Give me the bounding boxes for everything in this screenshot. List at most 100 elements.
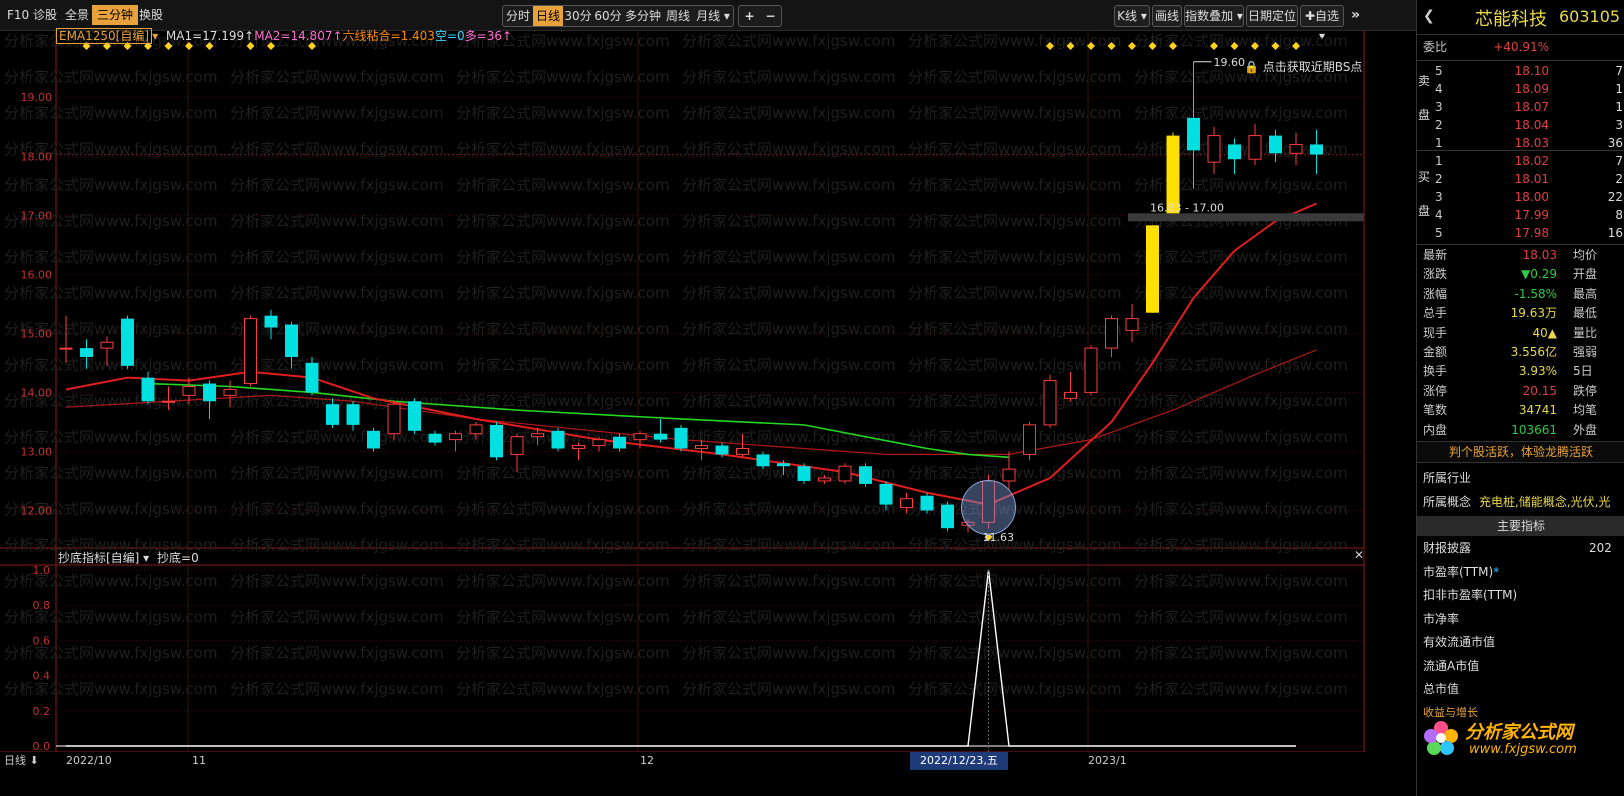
tab-weekly[interactable]: 周线 [663, 6, 693, 26]
flower-logo-icon [1424, 721, 1458, 755]
kline-dropdown[interactable]: K线 ▾ [1114, 5, 1150, 27]
quote-label-right: 最高 [1573, 286, 1598, 301]
bid-row[interactable]: 5 17.98 16 [1417, 224, 1624, 242]
watermark-text: 分析家公式网www.fxjgsw.com [456, 572, 670, 590]
ema-indicator-name[interactable]: EMA1250[自编] [56, 28, 153, 44]
concept-value[interactable]: 充电桩,储能概念,光伏,光 [1479, 490, 1624, 514]
bid-row[interactable]: 1 18.02 7 [1417, 152, 1624, 170]
three-minute-button[interactable]: 三分钟 [92, 5, 139, 25]
collapse-panel-icon[interactable]: » [1346, 5, 1365, 25]
watermark-text: 分析家公式网www.fxjgsw.com [1134, 248, 1348, 266]
candle-body [1228, 144, 1241, 160]
zoom-group: + − [738, 5, 782, 27]
ask-row[interactable]: 2 18.04 3 [1417, 116, 1624, 134]
candle-body [654, 433, 667, 440]
candle-body [346, 404, 360, 425]
watermark-text: 分析家公式网www.fxjgsw.com [456, 680, 670, 698]
switch-stock-button[interactable]: 换股 [134, 5, 168, 25]
bid-row[interactable]: 4 17.99 8 [1417, 206, 1624, 224]
concept-label: 所属概念 [1423, 495, 1472, 509]
watermark-text: 分析家公式网www.fxjgsw.com [908, 644, 1122, 662]
watermark-text: 分析家公式网www.fxjgsw.com [456, 68, 670, 86]
candle-body [59, 347, 73, 350]
candle-body [531, 433, 544, 438]
promo-banner[interactable]: 判个股活跃，体验龙腾活跃 [1417, 441, 1624, 463]
bid-price: 18.01 [1514, 172, 1549, 186]
ask-volume: 1 [1615, 100, 1623, 114]
financial-row[interactable]: 市盈率(TTM)* [1417, 560, 1624, 584]
ask-price: 18.10 [1514, 64, 1549, 78]
watermark-text: 分析家公式网www.fxjgsw.com [908, 572, 1122, 590]
ask-level: 4 [1435, 82, 1443, 96]
candle-body [1002, 468, 1016, 482]
financial-row[interactable]: 总市值 [1417, 677, 1624, 701]
overview-button[interactable]: 全景 [60, 5, 94, 25]
price-axis: 19.00 18.00 17.00 16.00 15.00 14.00 13.00 12.00 [21, 91, 53, 517]
candle-body [1084, 347, 1098, 393]
date-locate-button[interactable]: 日期定位 [1246, 5, 1298, 27]
tab-daily[interactable]: 日线 [533, 6, 563, 26]
bid-level: 2 [1435, 172, 1443, 186]
axis-mode-dropdown[interactable]: 日线 ⬇ [4, 752, 39, 770]
sell-side-label: 卖盘 [1417, 74, 1430, 122]
prev-stock-icon[interactable]: ❮ [1423, 8, 1435, 24]
watermark-text: 分析家公式网www.fxjgsw.com [230, 644, 444, 662]
financial-row[interactable]: 流通A市值 [1417, 654, 1624, 678]
quote-row: 现手 40▲ 量比 [1417, 324, 1624, 343]
watermark-text: 分析家公式网www.fxjgsw.com [456, 356, 670, 374]
logo-url: www.fxjgsw.com [1469, 742, 1577, 757]
ask-row[interactable]: 5 18.10 7 [1417, 62, 1624, 80]
bid-level: 4 [1435, 208, 1443, 222]
financial-row[interactable]: 扣非市盈率(TTM) [1417, 583, 1624, 607]
bottom-indicator-name[interactable]: 抄底指标[自编] ▾ [58, 551, 149, 565]
watermark-text: 分析家公式网www.fxjgsw.com [4, 428, 218, 446]
ma2-value: MA2=14.807↑ [254, 29, 343, 43]
tab-monthly[interactable]: 月线 ▾ [693, 6, 733, 26]
zoom-in-button[interactable]: + [739, 6, 760, 26]
ema-dropdown-icon[interactable]: ▾ [152, 29, 158, 43]
candle-body [613, 436, 626, 449]
watermark-text: 分析家公式网www.fxjgsw.com [230, 680, 444, 698]
tab-60min[interactable]: 60分 [593, 6, 623, 26]
diagnose-button[interactable]: 诊股 [28, 5, 62, 25]
candle-body [182, 386, 196, 396]
financial-row[interactable]: 有效流通市值 [1417, 630, 1624, 654]
zoom-out-button[interactable]: − [760, 6, 781, 26]
candle-body [633, 433, 647, 441]
index-overlay-dropdown[interactable]: 指数叠加 ▾ [1184, 5, 1244, 27]
quote-value: 19.63万 [1510, 306, 1557, 321]
tab-30min[interactable]: 30分 [563, 6, 593, 26]
financial-row[interactable]: 市净率 [1417, 607, 1624, 631]
bid-price: 17.99 [1514, 208, 1549, 222]
ask-row[interactable]: 3 18.07 1 [1417, 98, 1624, 116]
financial-row[interactable]: 财报披露 202 [1417, 536, 1624, 560]
tab-intraday[interactable]: 分时 [503, 6, 533, 26]
candle-body [1310, 144, 1323, 155]
bid-row[interactable]: 3 18.00 22 [1417, 188, 1624, 206]
ask-volume: 1 [1615, 82, 1623, 96]
watermark-text: 分析家公式网www.fxjgsw.com [4, 104, 218, 122]
bs-hint[interactable]: 🔒 点击获取近期BS点 [1244, 58, 1362, 75]
candle-body [326, 404, 339, 425]
financial-label: 市盈率(TTM)* [1423, 564, 1500, 579]
candle-body [838, 465, 852, 482]
draw-line-button[interactable]: 画线 [1152, 5, 1182, 27]
watermark-text: 分析家公式网www.fxjgsw.com [1134, 608, 1348, 626]
candle-body [264, 315, 278, 328]
watermark-text: 分析家公式网www.fxjgsw.com [230, 284, 444, 302]
quote-label-right: 开盘 [1573, 267, 1598, 282]
close-indicator-icon[interactable]: ✕ [1354, 548, 1364, 562]
candle-body [285, 324, 298, 357]
ask-row[interactable]: 4 18.09 1 [1417, 80, 1624, 98]
watermark-text: 分析家公式网www.fxjgsw.com [4, 680, 218, 698]
ema-indicator-header: EMA1250[自编] ▾ MA1=17.199↑MA2=14.807↑六线粘合=… [56, 27, 512, 44]
bid-row[interactable]: 2 18.01 2 [1417, 170, 1624, 188]
candle-body [818, 477, 831, 482]
add-watchlist-dropdown[interactable]: ✚自选 ▾ [1300, 5, 1344, 43]
watermark-text: 分析家公式网www.fxjgsw.com [908, 284, 1122, 302]
tab-multi-min[interactable]: 多分钟 [623, 6, 663, 26]
watermark-text: 分析家公式网www.fxjgsw.com [230, 536, 444, 554]
main-index-tab[interactable]: 主要指标 [1417, 516, 1624, 536]
kline-chart[interactable]: 分析家公式网www.fxjgsw.com 分析家公式网www.fxjgsw.com… [0, 30, 1416, 766]
watermark-text: 分析家公式网www.fxjgsw.com [682, 248, 896, 266]
